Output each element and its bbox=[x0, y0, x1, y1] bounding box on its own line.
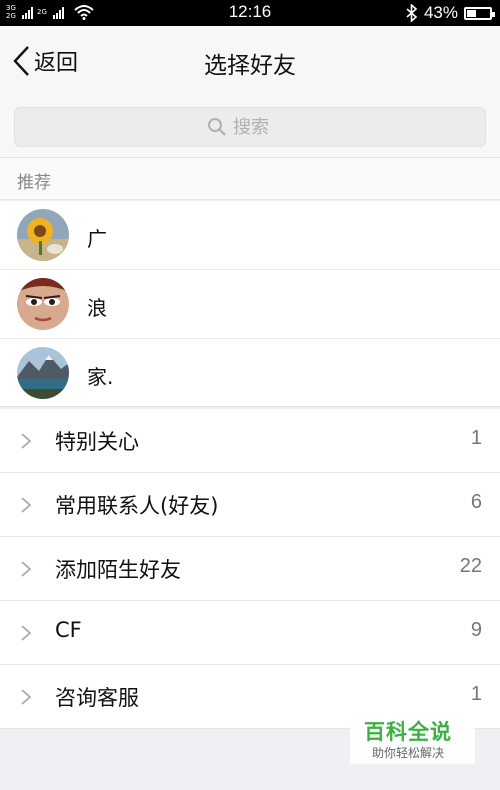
group-name: 咨询客服 bbox=[55, 686, 139, 710]
bluetooth-icon bbox=[406, 4, 418, 22]
status-right: 43% bbox=[406, 3, 495, 23]
friend-name: 广 bbox=[87, 227, 107, 251]
sunflower-avatar bbox=[17, 209, 69, 261]
search-input[interactable] bbox=[233, 116, 293, 138]
group-row-add-strangers[interactable]: 添加陌生好友 22 bbox=[0, 537, 500, 601]
group-name: 特别关心 bbox=[55, 430, 139, 454]
group-count: 6 bbox=[470, 491, 482, 513]
watermark-title: 百科全说 bbox=[364, 720, 452, 744]
mountain-lake-avatar bbox=[17, 347, 69, 399]
chevron-right-icon bbox=[21, 689, 32, 705]
chevron-right-icon bbox=[21, 497, 32, 513]
group-count: 22 bbox=[459, 555, 482, 577]
section-header-label: 推荐 bbox=[17, 173, 51, 193]
chevron-right-icon bbox=[21, 625, 32, 641]
friend-name: 家. bbox=[87, 365, 114, 389]
group-row-special-care[interactable]: 特别关心 1 bbox=[0, 409, 500, 473]
group-list: 特别关心 1 常用联系人(好友) 6 添加陌生好友 22 CF 9 咨询客服 1 bbox=[0, 409, 500, 729]
group-row-cf[interactable]: CF 9 bbox=[0, 601, 500, 665]
chevron-right-icon bbox=[21, 433, 32, 449]
battery-percent: 43% bbox=[423, 3, 458, 22]
watermark-logo: 百科全说 助你轻松解决 bbox=[350, 710, 475, 764]
group-name: 添加陌生好友 bbox=[55, 558, 181, 582]
face-avatar bbox=[17, 278, 69, 330]
group-name: 常用联系人(好友) bbox=[55, 494, 219, 518]
friend-row[interactable]: 家. bbox=[0, 339, 500, 407]
chevron-right-icon bbox=[21, 561, 32, 577]
search-icon bbox=[208, 118, 226, 136]
search-box[interactable] bbox=[14, 107, 486, 147]
group-count: 9 bbox=[470, 619, 482, 641]
friend-row[interactable]: 广 bbox=[0, 201, 500, 270]
battery-icon bbox=[464, 6, 495, 20]
watermark-subtitle: 助你轻松解决 bbox=[372, 746, 445, 760]
group-row-frequent-contacts[interactable]: 常用联系人(好友) 6 bbox=[0, 473, 500, 537]
search-bar bbox=[0, 96, 500, 158]
friend-list: 广 浪 家. bbox=[0, 201, 500, 407]
group-count: 1 bbox=[470, 427, 482, 449]
friend-row[interactable]: 浪 bbox=[0, 270, 500, 339]
group-name: CF bbox=[55, 618, 82, 642]
battery-level bbox=[467, 9, 477, 17]
friend-name: 浪 bbox=[87, 296, 107, 320]
status-bar: 3G 2G 2G 12:16 43% bbox=[0, 0, 500, 26]
nav-bar: 返回 选择好友 bbox=[0, 26, 500, 96]
group-count: 1 bbox=[470, 683, 482, 705]
section-header-recommended: 推荐 bbox=[0, 158, 500, 200]
page-title: 选择好友 bbox=[204, 53, 296, 79]
